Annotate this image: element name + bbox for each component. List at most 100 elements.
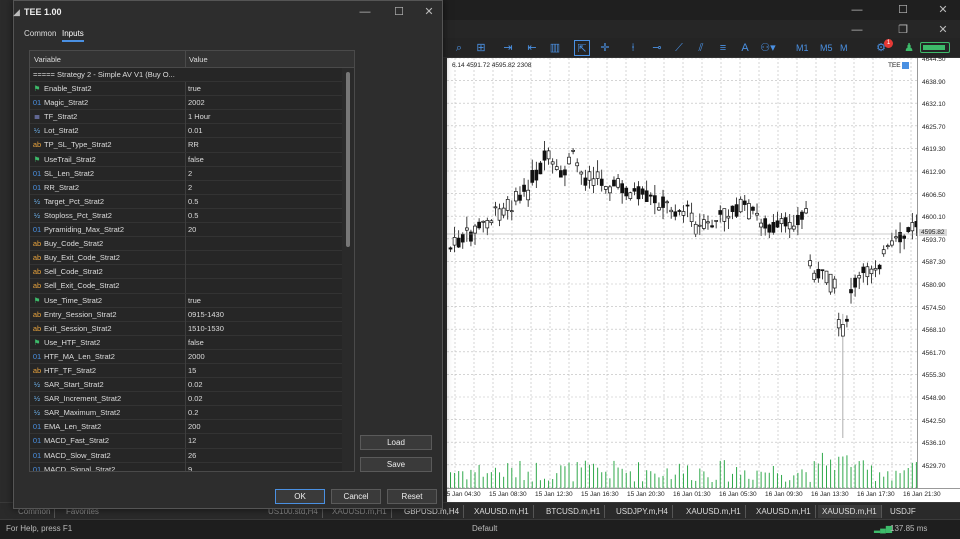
close-icon[interactable]: ✕	[936, 3, 950, 17]
shapes-dropdown-icon[interactable]: ⚇▾	[758, 40, 778, 56]
fibo-icon[interactable]: ≡	[716, 40, 730, 56]
chart-icon[interactable]: ▥	[548, 40, 562, 56]
vertical-line-icon[interactable]: ⍿	[626, 40, 640, 56]
input-row[interactable]: 01 MACD_Fast_Strat2 12	[30, 434, 342, 449]
variable-value[interactable]: 12	[188, 436, 196, 445]
variable-value[interactable]: 1 Hour	[188, 112, 211, 121]
restore-chart-icon[interactable]: ❐	[896, 23, 910, 37]
input-row[interactable]: ab Buy_Exit_Code_Strat2	[30, 251, 342, 266]
input-row[interactable]: 01 Magic_Strat2 2002	[30, 96, 342, 111]
input-row[interactable]: ½ Stoploss_Pct_Strat2 0.5	[30, 208, 342, 224]
symbol-tab-active[interactable]: XAUUSD.m,H1	[818, 505, 882, 518]
variable-value[interactable]: 1510-1530	[188, 324, 224, 333]
dialog-titlebar[interactable]: ◢ TEE 1.00 — ☐ ✕	[13, 1, 442, 23]
zoom-icon[interactable]: ⌕	[452, 40, 466, 56]
input-row[interactable]: ab Sell_Code_Strat2	[30, 265, 342, 280]
input-row[interactable]: ⚑ Enable_Strat2 true	[30, 82, 342, 97]
channel-icon[interactable]: ⫽	[694, 40, 708, 56]
input-row[interactable]: ⚑ UseTrail_Strat2 false	[30, 152, 342, 167]
input-row[interactable]: ab HTF_TF_Strat2 15	[30, 363, 342, 379]
variable-value[interactable]: true	[188, 296, 201, 305]
column-value[interactable]: Value	[189, 55, 208, 64]
variable-value[interactable]: true	[188, 84, 201, 93]
input-row[interactable]: 01 SL_Len_Strat2 2	[30, 166, 342, 181]
variable-value[interactable]: 0.2	[188, 408, 198, 417]
input-row[interactable]: 01 EMA_Len_Strat2 200	[30, 420, 342, 435]
input-row[interactable]: 01 MACD_Slow_Strat2 26	[30, 448, 342, 463]
variable-value[interactable]: 0915-1430	[188, 310, 224, 319]
variable-value[interactable]: 2	[188, 169, 192, 178]
reset-button[interactable]: Reset	[387, 489, 437, 504]
input-row[interactable]: ab Buy_Code_Strat2	[30, 237, 342, 252]
variable-value[interactable]: 15	[188, 366, 196, 375]
input-row[interactable]: 01 MACD_Signal_Strat2 9	[30, 462, 342, 471]
input-row[interactable]: ab Sell_Exit_Code_Strat2	[30, 279, 342, 294]
input-row[interactable]: ⚑ Use_Time_Strat2 true	[30, 293, 342, 308]
chart-shift-icon[interactable]: ⇤	[524, 40, 540, 56]
input-row[interactable]: ½ SAR_Maximum_Strat2 0.2	[30, 406, 342, 421]
variable-value[interactable]: false	[188, 155, 204, 164]
symbol-tab[interactable]: XAUUSD.m,H1	[682, 505, 746, 518]
input-row[interactable]: 01 RR_Strat2 2	[30, 180, 342, 195]
input-row[interactable]: ab Entry_Session_Strat2 0915-1430	[30, 307, 342, 322]
timeframe-more[interactable]: M	[840, 41, 848, 55]
symbol-tab[interactable]: USDJPY.m,H4	[612, 505, 673, 518]
input-row[interactable]: 01 HTF_MA_Len_Strat2 2000	[30, 349, 342, 364]
ok-button[interactable]: OK	[275, 489, 325, 504]
dialog-minimize-icon[interactable]: —	[358, 5, 372, 19]
save-button[interactable]: Save	[360, 457, 432, 472]
input-row[interactable]: ½ Target_Pct_Strat2 0.5	[30, 194, 342, 209]
dialog-maximize-icon[interactable]: ☐	[392, 5, 406, 19]
variable-value[interactable]: 0.01	[188, 126, 203, 135]
group-header-row[interactable]: ===== Strategy 2 - Simple AV V1 (Buy O..…	[30, 68, 342, 83]
variable-value[interactable]: 0.5	[188, 197, 198, 206]
crosshair-icon[interactable]: ✛	[598, 40, 612, 56]
horizontal-line-icon[interactable]: ⊸	[650, 40, 664, 56]
symbol-tab[interactable]: XAUUSD.m,H1	[752, 505, 816, 518]
input-row[interactable]: ⚑ Use_HTF_Strat2 false	[30, 335, 342, 350]
variable-value[interactable]: false	[188, 338, 204, 347]
input-row[interactable]: 01 Pyramiding_Max_Strat2 20	[30, 223, 342, 238]
symbol-tab[interactable]: BTCUSD.m,H1	[542, 505, 606, 518]
symbol-tab[interactable]: XAUUSD.m,H1	[470, 505, 534, 518]
variable-value[interactable]: 200	[188, 422, 201, 431]
variable-value[interactable]: 2000	[188, 352, 205, 361]
profile-name[interactable]: Default	[472, 524, 497, 533]
input-row[interactable]: ½ SAR_Increment_Strat2 0.02	[30, 392, 342, 407]
variable-value[interactable]: 2002	[188, 98, 205, 107]
variable-value[interactable]: 9	[188, 465, 192, 471]
variable-value[interactable]: 0.02	[188, 394, 203, 403]
cancel-button[interactable]: Cancel	[331, 489, 381, 504]
cursor-icon[interactable]: ⇱	[574, 40, 590, 56]
maximize-icon[interactable]: ☐	[896, 3, 910, 17]
variable-value[interactable]: 0.5	[188, 211, 198, 220]
input-row[interactable]: ab Exit_Session_Strat2 1510-1530	[30, 321, 342, 336]
input-row[interactable]: ≣ TF_Strat2 1 Hour	[30, 110, 342, 125]
input-row[interactable]: ½ Lot_Strat2 0.01	[30, 124, 342, 139]
trendline-icon[interactable]: ⟋	[672, 40, 686, 56]
variable-value[interactable]: 26	[188, 451, 196, 460]
timeframe-m1[interactable]: M1	[796, 41, 809, 55]
variable-value[interactable]: 0.02	[188, 380, 203, 389]
algo-trading-icon[interactable]: ♟	[902, 40, 916, 56]
column-variable[interactable]: Variable	[34, 55, 61, 64]
minimize-icon[interactable]: —	[850, 3, 864, 17]
grid-icon[interactable]: ⊞	[474, 40, 488, 56]
variable-value[interactable]: 2	[188, 183, 192, 192]
autoscroll-icon[interactable]: ⇥	[500, 40, 516, 56]
text-tool-icon[interactable]: A	[738, 40, 752, 56]
price-chart[interactable]	[447, 57, 919, 488]
timeframe-m5[interactable]: M5	[820, 41, 833, 55]
tab-common[interactable]: Common	[24, 29, 56, 38]
input-row[interactable]: ½ SAR_Start_Strat2 0.02	[30, 378, 342, 393]
minimize-chart-icon[interactable]: —	[850, 23, 864, 37]
close-chart-icon[interactable]: ✕	[936, 23, 950, 37]
tab-inputs[interactable]: Inputs	[62, 29, 84, 42]
algo-toggle[interactable]	[920, 42, 950, 53]
input-row[interactable]: ab TP_SL_Type_Strat2 RR	[30, 138, 342, 153]
scrollbar-thumb[interactable]	[346, 72, 350, 247]
variable-value[interactable]: 20	[188, 225, 196, 234]
load-button[interactable]: Load	[360, 435, 432, 450]
symbol-tab[interactable]: USDJF	[886, 505, 920, 518]
variable-value[interactable]: RR	[188, 140, 199, 149]
